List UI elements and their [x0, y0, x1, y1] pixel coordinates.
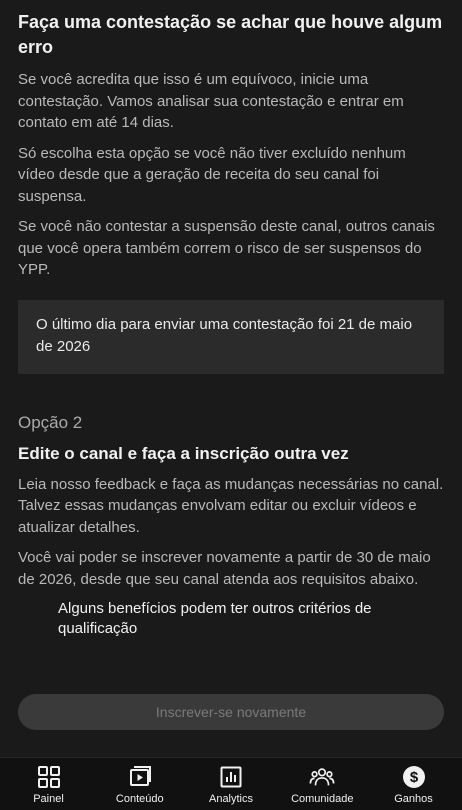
analytics-icon [218, 764, 244, 790]
appeal-paragraph: Se você não contestar a suspensão deste … [18, 218, 435, 278]
nav-label: Comunidade [291, 793, 354, 805]
option-label: Opção 2 [18, 412, 83, 432]
main-content: Faça uma contestação se achar que houve … [0, 10, 462, 639]
appeal-paragraph: Se você acredita que isso é um equívoco,… [18, 71, 404, 131]
nav-item-analytics[interactable]: Analytics [189, 758, 274, 810]
nav-item-ganhos[interactable]: $ Ganhos [371, 758, 456, 810]
eligibility-note: Alguns benefícios podem ter outros crité… [58, 600, 372, 637]
nav-label: Conteúdo [115, 793, 164, 805]
reapply-button[interactable]: Inscrever-se novamente [18, 694, 444, 730]
content-icon [127, 764, 153, 790]
nav-item-comunidade[interactable]: Comunidade [280, 758, 365, 810]
appeal-deadline-notice: O último dia para enviar uma contestação… [18, 299, 444, 374]
nav-item-conteudo[interactable]: Conteúdo [97, 758, 182, 810]
nav-item-painel[interactable]: Painel [6, 758, 91, 810]
nav-label: Analytics [208, 793, 254, 805]
earn-icon: $ [401, 764, 427, 790]
dashboard-icon [36, 764, 62, 790]
svg-text:$: $ [409, 769, 418, 786]
nav-label: Ganhos [394, 793, 433, 805]
reapply-title: Edite o canal e faça a inscrição outra v… [18, 443, 349, 463]
appeal-paragraph: Só escolha esta opção se você não tiver … [18, 144, 406, 205]
reapply-paragraph: Leia nosso feedback e faça as mudanças n… [18, 475, 444, 536]
community-icon [309, 764, 335, 790]
reapply-paragraph: Você vai poder se inscrever novamente a … [18, 549, 431, 588]
bottom-navigation: Painel Conteúdo Analytics Comunidade $ G… [0, 757, 462, 810]
nav-label: Painel [33, 793, 64, 805]
appeal-title: Faça uma contestação se achar que houve … [18, 12, 443, 57]
